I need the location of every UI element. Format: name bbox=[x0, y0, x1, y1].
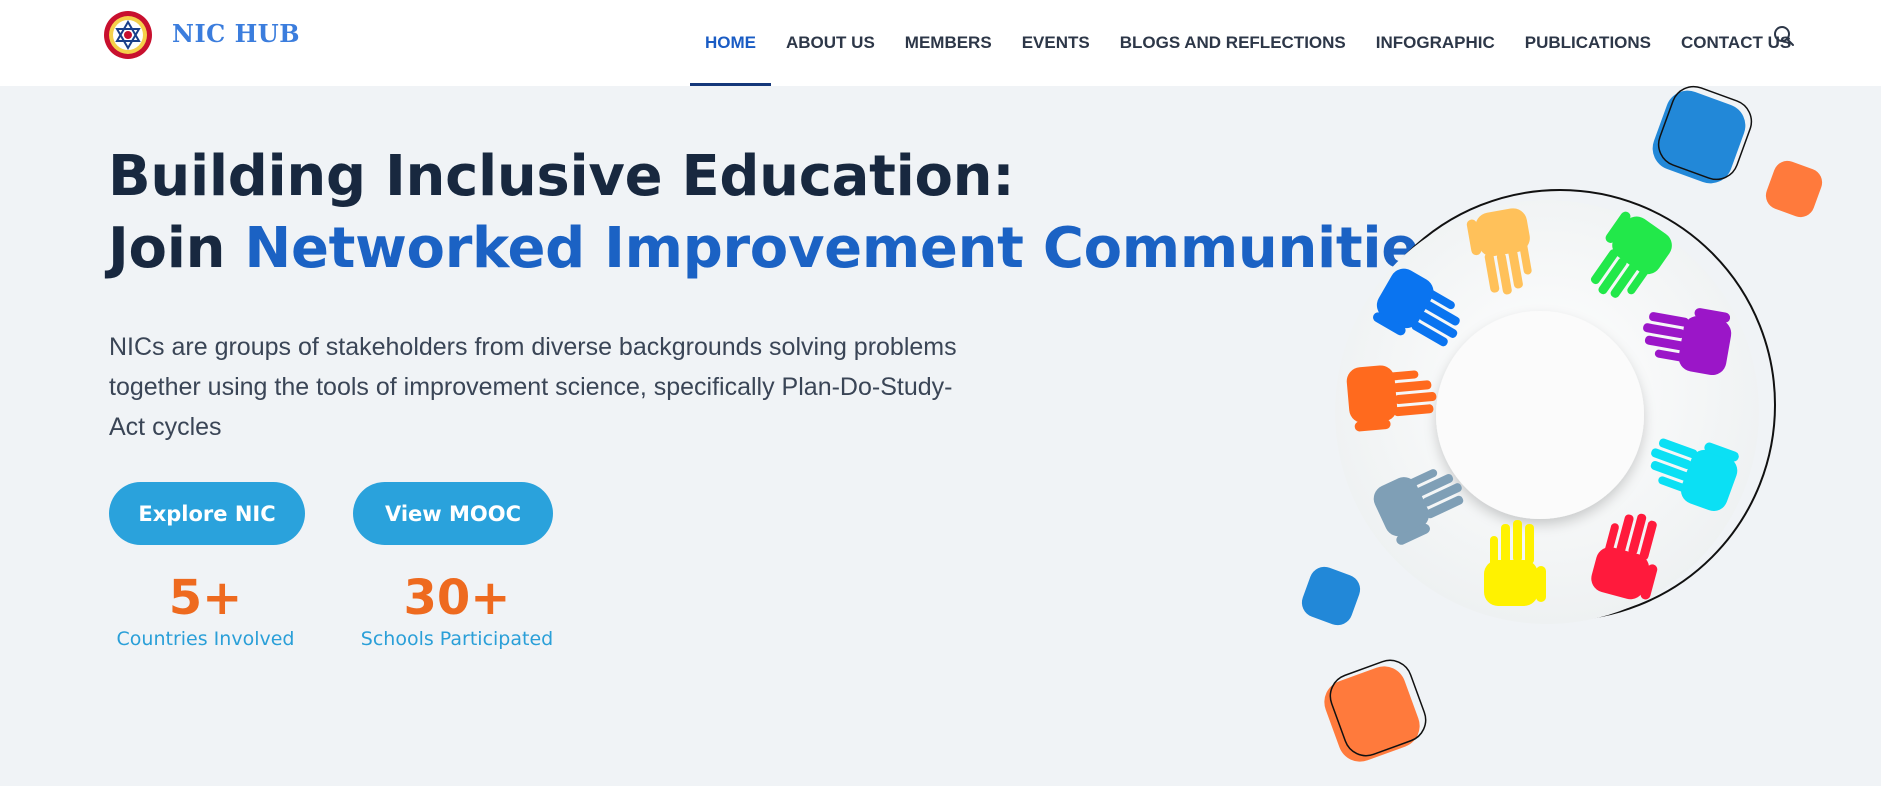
hero-title-accent: Networked Improvement Communities bbox=[244, 216, 1453, 281]
deco-square-orange-right bbox=[1765, 160, 1823, 218]
explore-nic-button[interactable]: Explore NIC bbox=[109, 482, 305, 545]
hero-illustration bbox=[1301, 85, 1823, 762]
hero-description: NICs are groups of stakeholders from div… bbox=[109, 333, 957, 441]
stat-countries: 5+ Countries Involved bbox=[108, 570, 303, 650]
deco-square-blue-top bbox=[1652, 85, 1753, 184]
deco-square-blue-bottom bbox=[1301, 566, 1361, 626]
view-mooc-button[interactable]: View MOOC bbox=[353, 482, 553, 545]
nav-home[interactable]: HOME bbox=[690, 0, 771, 86]
search-icon[interactable] bbox=[1770, 22, 1798, 50]
stat-label: Countries Involved bbox=[116, 628, 295, 650]
nic-logo[interactable] bbox=[103, 10, 153, 60]
hero-title-line-1: Building Inclusive Education: bbox=[108, 144, 1015, 209]
main-nav: HOME ABOUT US MEMBERS EVENTS BLOGS AND R… bbox=[690, 0, 1806, 86]
deco-square-orange-bottom bbox=[1324, 659, 1427, 762]
stat-label: Schools Participated bbox=[360, 628, 554, 650]
nav-blogs-and-reflections[interactable]: BLOGS AND REFLECTIONS bbox=[1105, 0, 1361, 86]
nav-events[interactable]: EVENTS bbox=[1007, 0, 1105, 86]
stat-value: 30+ bbox=[403, 570, 511, 626]
site-header: NIC HUB HOME ABOUT US MEMBERS EVENTS BLO… bbox=[0, 0, 1881, 86]
nav-publications[interactable]: PUBLICATIONS bbox=[1510, 0, 1666, 86]
nav-about-us[interactable]: ABOUT US bbox=[771, 0, 890, 86]
nav-members[interactable]: MEMBERS bbox=[890, 0, 1007, 86]
brand-name[interactable]: NIC HUB bbox=[172, 19, 300, 48]
nav-infographic[interactable]: INFOGRAPHIC bbox=[1361, 0, 1510, 86]
stat-value: 5+ bbox=[168, 570, 243, 626]
stat-schools: 30+ Schools Participated bbox=[352, 570, 562, 650]
hero-title-line-2: Join Networked Improvement Communities bbox=[108, 216, 1452, 281]
hero-title-prefix: Join bbox=[108, 216, 245, 281]
center-disc bbox=[1436, 311, 1644, 519]
